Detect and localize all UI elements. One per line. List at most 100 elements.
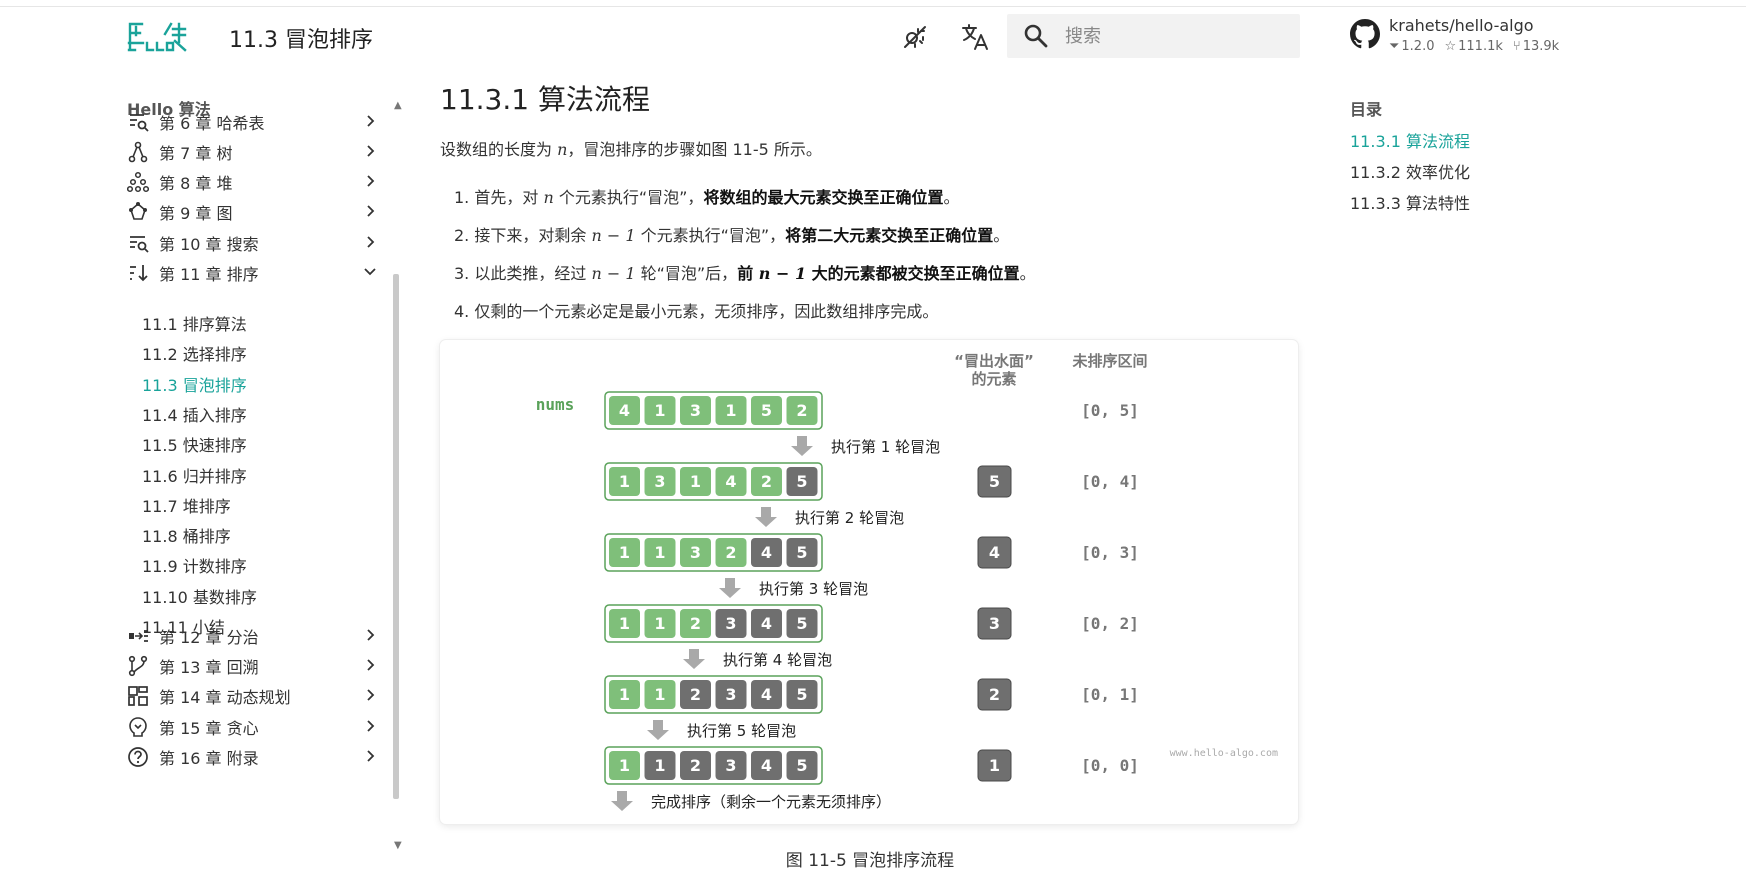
cell-value: 4 — [725, 472, 736, 491]
unsorted-interval: [0, 4] — [1081, 472, 1139, 491]
array-row: 1 1 2 3 4 5 — [604, 675, 823, 714]
round-label: 完成排序（剩余一个元素无须排序） — [651, 793, 891, 811]
chevron-right-icon[interactable] — [362, 748, 378, 764]
sidebar-scrollbar[interactable] — [393, 274, 399, 799]
sidebar-item-label: 第 6 章 哈希表 — [159, 114, 265, 133]
sidebar-item-label: 第 10 章 搜索 — [159, 235, 259, 254]
cell-value: 4 — [761, 614, 772, 633]
hello-algo-logo[interactable] — [127, 21, 189, 53]
repo-forks: 13.9k — [1522, 39, 1560, 54]
array-row: 1 1 3 2 4 5 — [604, 533, 823, 572]
math-var: n − 1 — [758, 264, 807, 283]
step-item: 3. 以此类推，经过 n − 1 轮“冒泡”后，前 n − 1 大的元素都被交换… — [454, 260, 1036, 284]
tag-icon: ⏷ — [1389, 39, 1400, 54]
sidebar-item-chapter[interactable]: 第 15 章 贪心 — [127, 712, 377, 742]
chevron-right-icon[interactable] — [362, 203, 378, 219]
sidebar-item-chapter[interactable]: 第 9 章 图 — [127, 197, 377, 227]
repo-stars: 111.1k — [1458, 39, 1503, 54]
toc-item[interactable]: 11.3.1 算法流程 — [1350, 128, 1470, 152]
sidebar-subitem[interactable]: 11.7 堆排序 — [142, 490, 231, 520]
cell-value: 5 — [796, 685, 807, 704]
graph-icon — [127, 201, 149, 223]
round-label: 执行第 5 轮冒泡 — [687, 722, 796, 740]
chevron-right-icon[interactable] — [362, 234, 378, 250]
scroll-up-icon[interactable]: ▲ — [394, 100, 402, 111]
step-item: 2. 接下来，对剩余 n − 1 个元素执行“冒泡”，将第二大元素交换至正确位置… — [454, 222, 1009, 246]
cell-value: 1 — [690, 472, 701, 491]
round-label: 执行第 1 轮冒泡 — [831, 438, 940, 456]
cell-value: 5 — [761, 401, 772, 420]
sidebar-item-chapter[interactable]: 第 6 章 哈希表 — [127, 107, 377, 137]
toc-item[interactable]: 11.3.2 效率优化 — [1350, 159, 1470, 183]
sidebar-subitem[interactable]: 11.3 冒泡排序 — [142, 369, 247, 399]
cell-value: 1 — [725, 401, 736, 420]
sidebar-subitem[interactable]: 11.11 小结 — [142, 611, 225, 641]
sidebar-item-chapter[interactable]: 第 11 章 排序 — [127, 258, 377, 288]
chevron-down-icon[interactable] — [362, 264, 378, 280]
sidebar-item-chapter[interactable]: 第 13 章 回溯 — [127, 651, 377, 681]
search-input[interactable] — [1063, 24, 1287, 48]
down-arrow-icon — [755, 507, 777, 527]
step-bold-text: 将数组的最大元素交换至正确位置 — [703, 188, 944, 207]
cell-value: 2 — [796, 401, 807, 420]
sidebar-subitem[interactable]: 11.1 排序算法 — [142, 308, 247, 338]
repo-version: 1.2.0 — [1401, 39, 1435, 54]
toc-title: 目录 — [1350, 100, 1383, 119]
sidebar-item-chapter[interactable]: 第 14 章 动态规划 — [127, 681, 377, 711]
chevron-right-icon[interactable] — [362, 657, 378, 673]
sidebar-subitem[interactable]: 11.6 归并排序 — [142, 460, 247, 490]
cell-value: 2 — [690, 614, 701, 633]
array-row: 1 3 1 4 2 5 — [604, 462, 823, 501]
unsorted-interval: [0, 1] — [1081, 685, 1139, 704]
scroll-down-icon[interactable]: ▼ — [394, 840, 402, 851]
search-icon — [1024, 24, 1048, 48]
sort-icon — [127, 262, 149, 284]
chevron-right-icon[interactable] — [362, 143, 378, 159]
cell-value: 5 — [796, 472, 807, 491]
sidebar-item-chapter[interactable]: 第 7 章 树 — [127, 137, 377, 167]
down-arrow-icon — [647, 720, 669, 740]
cell-value: 5 — [796, 614, 807, 633]
cell-value: 1 — [619, 543, 630, 562]
header-bubbled: “冒出水面” — [954, 352, 1034, 370]
unsorted-interval: [0, 5] — [1081, 401, 1139, 420]
bubbled-value: 1 — [989, 756, 1000, 775]
sidebar-item-label: 第 13 章 回溯 — [159, 658, 259, 677]
cell-value: 4 — [619, 401, 630, 420]
cell-value: 1 — [619, 685, 630, 704]
sidebar-subitem[interactable]: 11.2 选择排序 — [142, 338, 247, 368]
fork-icon: ⑂ — [1512, 39, 1521, 54]
down-arrow-icon — [683, 649, 705, 669]
help-icon — [127, 746, 149, 768]
cell-value: 4 — [761, 756, 772, 775]
sidebar-subitem[interactable]: 11.8 桶排序 — [142, 520, 231, 550]
sidebar-subitem[interactable]: 11.9 计数排序 — [142, 550, 247, 580]
cell-value: 1 — [654, 756, 665, 775]
bubbled-value: 5 — [989, 472, 1000, 491]
toc-item[interactable]: 11.3.3 算法特性 — [1350, 190, 1470, 214]
search-box[interactable] — [1007, 14, 1300, 58]
heap-icon — [127, 171, 149, 193]
sidebar-subitem[interactable]: 11.4 插入排序 — [142, 399, 247, 429]
chevron-right-icon[interactable] — [362, 627, 378, 643]
unsorted-interval: [0, 0] — [1081, 756, 1139, 775]
step-text: 4. 仅剩的一个元素必定是最小元素，无须排序，因此数组排序完成。 — [454, 302, 939, 321]
cell-value: 3 — [654, 472, 665, 491]
step-text: 。 — [943, 188, 960, 207]
step-text: 3. 以此类推，经过 — [454, 264, 592, 283]
math-var: n − 1 — [591, 264, 636, 283]
chevron-right-icon[interactable] — [362, 113, 378, 129]
repo-name: krahets/hello-algo — [1389, 16, 1534, 35]
sidebar-item-chapter[interactable]: 第 16 章 附录 — [127, 742, 377, 772]
sidebar-item-chapter[interactable]: 第 10 章 搜索 — [127, 228, 377, 258]
theme-toggle-icon[interactable] — [900, 22, 930, 52]
translate-icon[interactable] — [960, 22, 990, 52]
header-bubbled: 的元素 — [971, 370, 1016, 388]
sidebar-subitem[interactable]: 11.5 快速排序 — [142, 429, 247, 459]
chevron-right-icon[interactable] — [362, 173, 378, 189]
chevron-right-icon[interactable] — [362, 718, 378, 734]
sidebar-item-chapter[interactable]: 第 8 章 堆 — [127, 167, 377, 197]
chevron-right-icon[interactable] — [362, 687, 378, 703]
watermark: www.hello-algo.com — [1170, 748, 1278, 759]
sidebar-subitem[interactable]: 11.10 基数排序 — [142, 581, 257, 611]
